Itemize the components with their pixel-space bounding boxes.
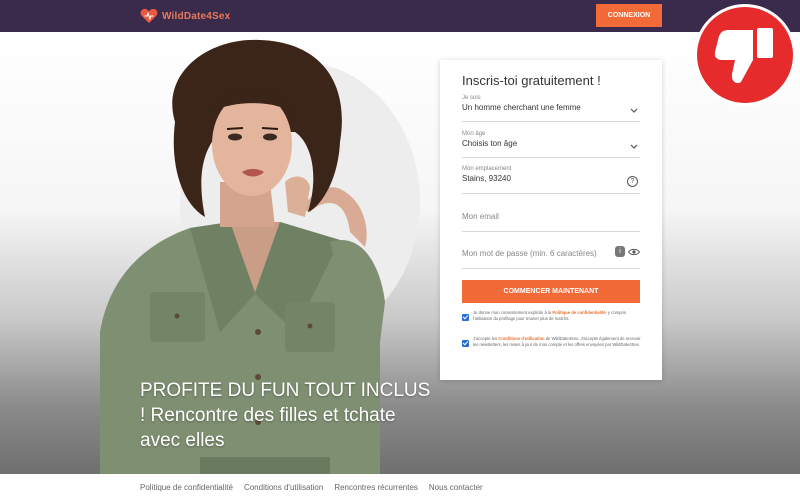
chevron-down-icon xyxy=(630,108,638,113)
privacy-consent[interactable]: Je donne mon consentement explicite à la… xyxy=(462,310,642,322)
privacy-checkbox[interactable] xyxy=(462,314,469,321)
chevron-down-icon xyxy=(630,144,638,149)
hero-headline: PROFITE DU FUN TOUT INCLUS ! Rencontre d… xyxy=(140,380,431,451)
eye-icon[interactable] xyxy=(628,248,640,256)
age-label: Mon âge xyxy=(462,131,486,137)
location-label: Mon emplacement xyxy=(462,166,512,172)
start-now-button[interactable]: COMMENCER MAINTENANT xyxy=(462,280,640,303)
footer-link-contact[interactable]: Nous contacter xyxy=(429,483,483,492)
email-placeholder: Mon email xyxy=(462,212,499,221)
password-field[interactable]: Mon mot de passe (min. 6 caractères) i xyxy=(462,246,640,269)
footer: Politique de confidentialité Conditions … xyxy=(0,474,800,500)
signup-form: Inscris-toi gratuitement ! Je suis Un ho… xyxy=(440,60,662,380)
terms-link[interactable]: Conditions d'utilisation xyxy=(498,336,544,341)
top-navigation-bar: WildDate4Sex CONNEXION xyxy=(0,0,800,32)
thumbs-down-badge xyxy=(694,4,796,106)
email-field[interactable]: Mon email xyxy=(462,212,640,232)
footer-link-terms[interactable]: Conditions d'utilisation xyxy=(244,483,323,492)
footer-link-recurring-dates[interactable]: Rencontres récurrentes xyxy=(334,483,418,492)
hero-section: PROFITE DU FUN TOUT INCLUS ! Rencontre d… xyxy=(0,32,800,474)
location-value: Stains, 93240 xyxy=(462,174,511,183)
password-tools: i xyxy=(615,246,640,257)
footer-links: Politique de confidentialité Conditions … xyxy=(140,483,483,492)
login-button[interactable]: CONNEXION xyxy=(596,4,662,27)
terms-consent[interactable]: J'accepte les Conditions d'utilisation d… xyxy=(462,336,642,348)
terms-checkbox[interactable] xyxy=(462,340,469,347)
heart-logo-icon xyxy=(140,8,158,24)
site-logo[interactable]: WildDate4Sex xyxy=(140,8,230,24)
terms-consent-text: J'accepte les Conditions d'utilisation d… xyxy=(473,336,641,347)
info-icon[interactable]: i xyxy=(615,246,625,257)
password-placeholder: Mon mot de passe (min. 6 caractères) xyxy=(462,249,597,258)
logo-text: WildDate4Sex xyxy=(162,10,231,22)
gender-select[interactable]: Je suis Un homme cherchant une femme xyxy=(462,95,640,122)
gender-value: Un homme cherchant une femme xyxy=(462,103,581,112)
age-value: Choisis ton âge xyxy=(462,139,518,148)
form-title: Inscris-toi gratuitement ! xyxy=(462,73,601,88)
gender-label: Je suis xyxy=(462,95,481,101)
privacy-policy-link[interactable]: Politique de confidentialité xyxy=(552,310,605,315)
location-field[interactable]: Mon emplacement Stains, 93240 ? xyxy=(462,166,640,194)
help-icon[interactable]: ? xyxy=(627,176,638,187)
thumbs-down-icon xyxy=(714,28,773,84)
footer-link-privacy[interactable]: Politique de confidentialité xyxy=(140,483,233,492)
age-select[interactable]: Mon âge Choisis ton âge xyxy=(462,131,640,158)
privacy-consent-text: Je donne mon consentement explicite à la… xyxy=(473,310,626,321)
